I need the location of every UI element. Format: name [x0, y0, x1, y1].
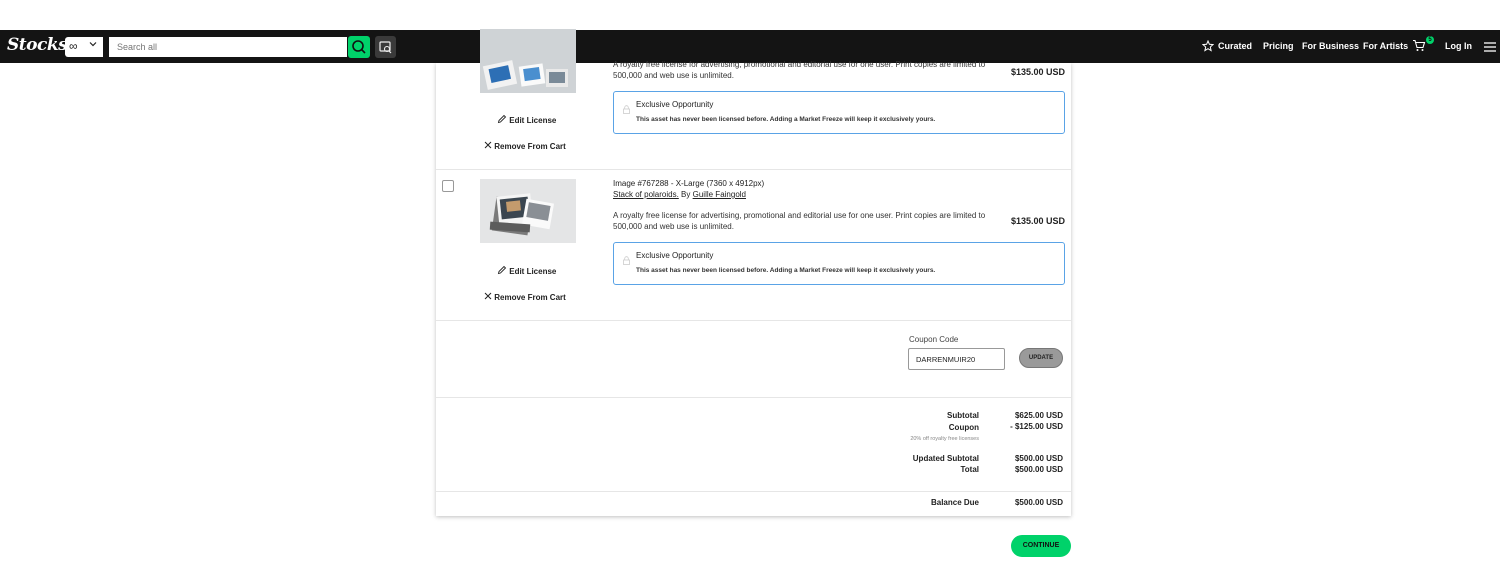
exclusive-opportunity-box[interactable]: Exclusive Opportunity This asset has nev… [613, 242, 1065, 285]
content-filter-dropdown[interactable]: ∞ [65, 37, 103, 57]
subtotal-value: $625.00 USD [1014, 411, 1063, 420]
lock-icon [623, 101, 630, 119]
total-label: Total [960, 465, 979, 474]
pencil-icon [497, 265, 507, 275]
close-icon [484, 292, 492, 300]
asset-title-link[interactable]: Stack of polaroids. [613, 190, 679, 199]
remove-label: Remove From Cart [494, 293, 566, 302]
item-divider [436, 320, 1071, 321]
nav-curated-link[interactable]: Curated [1218, 41, 1252, 51]
nav-for-business-link[interactable]: For Business [1302, 41, 1359, 51]
star-icon [1201, 39, 1215, 57]
search-icon [352, 40, 366, 54]
nav-pricing-link[interactable]: Pricing [1263, 41, 1294, 51]
search-button[interactable] [348, 36, 370, 58]
item-thumbnail[interactable] [480, 29, 576, 93]
edit-license-link[interactable]: Edit License [497, 114, 556, 125]
total-value: $500.00 USD [1014, 465, 1063, 474]
edit-license-label: Edit License [509, 267, 557, 276]
balance-due-value: $500.00 USD [1014, 498, 1063, 507]
edit-license-label: Edit License [509, 116, 557, 125]
nav-login-link[interactable]: Log In [1445, 41, 1472, 51]
remove-label: Remove From Cart [494, 142, 566, 151]
image-details: Image #767288 - X-Large (7360 x 4912px) [613, 179, 765, 188]
pencil-icon [497, 114, 507, 124]
subtotal-label: Subtotal [947, 411, 979, 420]
updated-subtotal-value: $500.00 USD [1014, 454, 1063, 463]
item-thumbnail[interactable] [480, 179, 576, 243]
cart-panel: A royalty free license for advertising, … [436, 29, 1071, 516]
edit-license-link[interactable]: Edit License [497, 265, 556, 276]
coupon-code-label: Coupon Code [909, 335, 959, 344]
coupon-note: 20% off royalty free licenses [910, 436, 979, 442]
menu-icon[interactable] [1484, 40, 1496, 58]
author-link[interactable]: Guille Faingold [693, 190, 746, 199]
item-select-checkbox[interactable] [442, 180, 454, 192]
cart-count-badge: 5 [1426, 36, 1434, 44]
search-input[interactable] [109, 37, 347, 57]
visual-search-button[interactable] [375, 36, 396, 58]
remove-from-cart-link[interactable]: Remove From Cart [484, 292, 566, 302]
section-divider [436, 491, 1071, 492]
item-divider [436, 169, 1071, 170]
exclusive-title: Exclusive Opportunity [636, 251, 714, 260]
nav-for-artists-link[interactable]: For Artists [1363, 41, 1408, 51]
remove-from-cart-link[interactable]: Remove From Cart [484, 141, 566, 151]
visual-search-icon [379, 41, 392, 54]
exclusive-title: Exclusive Opportunity [636, 100, 714, 109]
exclusive-opportunity-box[interactable]: Exclusive Opportunity This asset has nev… [613, 91, 1065, 134]
updated-subtotal-label: Updated Subtotal [912, 454, 979, 463]
license-description: A royalty free license for advertising, … [613, 60, 986, 80]
item-price: $135.00 USD [1010, 216, 1065, 226]
close-icon [484, 141, 492, 149]
asset-credit: Stack of polaroids. By Guille Faingold [613, 190, 746, 199]
section-divider [436, 397, 1071, 398]
continue-button[interactable]: CONTINUE [1011, 535, 1071, 557]
license-description: A royalty free license for advertising, … [613, 211, 986, 231]
infinity-icon: ∞ [69, 39, 78, 53]
exclusive-text: This asset has never been licensed befor… [636, 116, 936, 123]
cart-icon[interactable] [1412, 39, 1426, 57]
coupon-value: - $125.00 USD [1010, 422, 1063, 431]
top-whitespace [0, 0, 1500, 30]
by-label: By [681, 190, 691, 199]
update-coupon-button[interactable]: UPDATE [1019, 348, 1063, 368]
lock-icon [623, 252, 630, 270]
balance-due-label: Balance Due [930, 498, 979, 507]
item-price: $135.00 USD [1010, 67, 1065, 77]
coupon-label: Coupon [948, 423, 979, 432]
exclusive-text: This asset has never been licensed befor… [636, 267, 936, 274]
chevron-down-icon [89, 40, 97, 50]
coupon-code-input[interactable] [908, 348, 1005, 370]
